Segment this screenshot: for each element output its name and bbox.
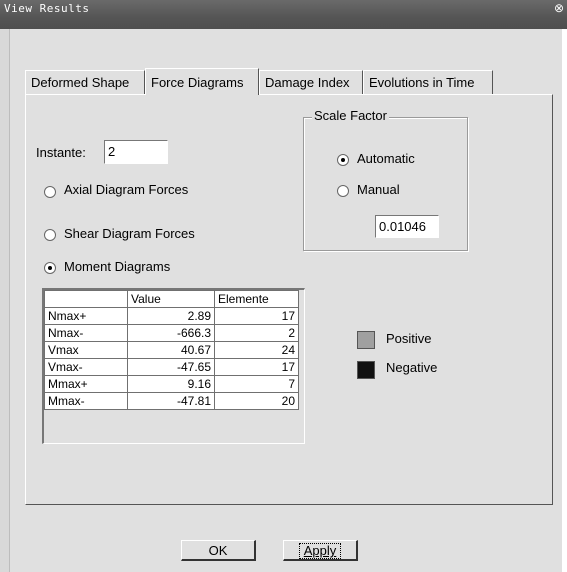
negative-label: Negative <box>386 360 438 375</box>
row-name: Vmax- <box>44 358 128 376</box>
row-element: 7 <box>214 375 299 393</box>
scale-factor-input[interactable]: 0.01046 <box>375 215 439 238</box>
positive-label: Positive <box>386 331 432 346</box>
automatic-radio[interactable] <box>337 154 349 166</box>
axial-diagram-label: Axial Diagram Forces <box>64 182 189 197</box>
close-icon[interactable]: ⊗ <box>554 1 564 15</box>
row-element: 17 <box>214 307 299 325</box>
apply-button-label: Apply <box>298 543 342 559</box>
manual-radio[interactable] <box>337 185 349 197</box>
row-element: 20 <box>214 392 299 410</box>
tab-label: Damage Index <box>265 75 350 90</box>
view-results-window: View Results ⊗ Deformed Shape Force Diag… <box>0 0 567 572</box>
axial-diagram-radio[interactable] <box>44 186 56 198</box>
row-value: 40.67 <box>127 341 215 359</box>
moment-diagram-label: Moment Diagrams <box>64 259 171 274</box>
table-row: Vmax- -47.65 17 <box>44 358 299 376</box>
ok-button-label: OK <box>208 543 228 558</box>
automatic-label: Automatic <box>357 151 415 166</box>
instante-label: Instante: <box>36 145 86 160</box>
table-row: Mmax+ 9.16 7 <box>44 375 299 393</box>
title-bar[interactable]: View Results ⊗ <box>0 0 567 29</box>
scale-factor-title: Scale Factor <box>312 108 389 123</box>
row-name: Mmax+ <box>44 375 128 393</box>
row-name: Mmax- <box>44 392 128 410</box>
row-element: 17 <box>214 358 299 376</box>
moment-diagram-radio[interactable] <box>44 262 56 274</box>
manual-label: Manual <box>357 182 400 197</box>
window-right-border <box>562 29 567 572</box>
header-name <box>44 290 128 308</box>
row-value: -47.81 <box>127 392 215 410</box>
instante-input[interactable]: 2 <box>104 140 168 164</box>
row-value: -47.65 <box>127 358 215 376</box>
row-element: 24 <box>214 341 299 359</box>
row-name: Vmax <box>44 341 128 359</box>
window-left-border <box>0 29 10 572</box>
shear-diagram-radio[interactable] <box>44 229 56 241</box>
row-value: 2.89 <box>127 307 215 325</box>
row-name: Nmax+ <box>44 307 128 325</box>
tab-deformed-shape[interactable]: Deformed Shape <box>25 70 145 94</box>
header-value: Value <box>127 290 215 308</box>
table-row: Nmax+ 2.89 17 <box>44 307 299 325</box>
header-elemente: Elemente <box>214 290 299 308</box>
row-value: -666.3 <box>127 324 215 342</box>
tab-label: Deformed Shape <box>31 75 130 90</box>
tab-evolutions-in-time[interactable]: Evolutions in Time <box>363 70 493 94</box>
table-header-row: Value Elemente <box>44 290 299 308</box>
tab-label: Evolutions in Time <box>369 75 475 90</box>
row-name: Nmax- <box>44 324 128 342</box>
tab-force-diagrams[interactable]: Force Diagrams <box>145 68 259 95</box>
tab-label: Force Diagrams <box>151 75 244 90</box>
positive-color-swatch[interactable] <box>357 331 375 349</box>
table-row: Nmax- -666.3 2 <box>44 324 299 342</box>
row-value: 9.16 <box>127 375 215 393</box>
results-table: Value Elemente Nmax+ 2.89 17 Nmax- -666.… <box>44 290 299 410</box>
shear-diagram-label: Shear Diagram Forces <box>64 226 195 241</box>
apply-button[interactable]: Apply <box>283 540 358 561</box>
table-row: Mmax- -47.81 20 <box>44 392 299 410</box>
ok-button[interactable]: OK <box>181 540 256 561</box>
window-title: View Results <box>4 2 90 15</box>
negative-color-swatch[interactable] <box>357 361 375 379</box>
table-row: Vmax 40.67 24 <box>44 341 299 359</box>
tab-damage-index[interactable]: Damage Index <box>259 70 363 94</box>
row-element: 2 <box>214 324 299 342</box>
